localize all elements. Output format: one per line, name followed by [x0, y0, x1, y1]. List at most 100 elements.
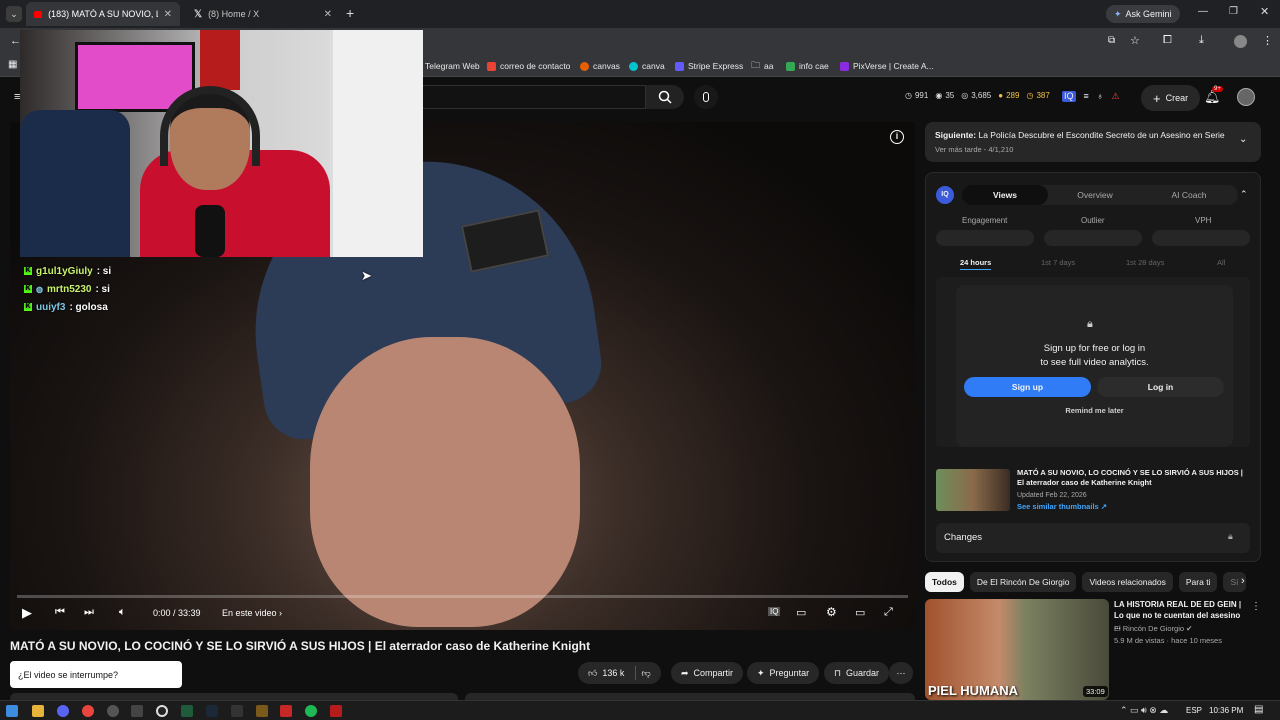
range-28d[interactable]: 1st 28 days	[1126, 258, 1164, 267]
search-input[interactable]	[420, 85, 646, 109]
next-title: La Policía Descubre el Escondite Secreto…	[978, 130, 1225, 140]
fullscreen-icon[interactable]: ⤢	[884, 606, 893, 619]
progress-bar[interactable]	[17, 595, 908, 598]
chip-related[interactable]: Videos relacionados	[1082, 572, 1173, 592]
chip-all[interactable]: Todos	[925, 572, 964, 592]
app-icon[interactable]	[280, 705, 292, 717]
close-tab-icon[interactable]: ✕	[324, 9, 332, 20]
app-icon[interactable]	[330, 705, 342, 717]
app-icon[interactable]	[231, 705, 243, 717]
like-button[interactable]: 👍︎ 136 k 👎︎	[578, 662, 661, 684]
restore-button[interactable]: ❐	[1229, 6, 1238, 17]
notifications-button[interactable]: 🔔︎ 9+	[1204, 86, 1223, 105]
chips-next-icon[interactable]: ›	[1241, 575, 1245, 587]
volume-icon[interactable]: 🔈︎	[119, 606, 126, 619]
notification-center-icon[interactable]: ▤	[1254, 704, 1263, 715]
interrupt-toast[interactable]: ¿El video se interrumpe?	[10, 661, 182, 688]
share-button[interactable]: ➦ Compartir	[671, 662, 744, 684]
apps-grid-icon[interactable]: ▦	[8, 59, 17, 70]
changes-row[interactable]: Changes 🔒︎	[936, 523, 1250, 553]
canva-icon	[629, 61, 638, 71]
bookmark-canva[interactable]: canva	[629, 59, 665, 73]
tab-overview[interactable]: Overview	[1048, 185, 1142, 205]
app-icon[interactable]	[256, 705, 268, 717]
clock[interactable]: 10:36 PM	[1209, 706, 1243, 715]
extensions-icon[interactable]: ⧠	[1163, 34, 1172, 47]
bookmark-star-icon[interactable]: ☆	[1130, 34, 1140, 47]
chat-username: g1ul1yGiuly	[36, 265, 93, 277]
bookmark-correo[interactable]: correo de contacto	[487, 59, 570, 73]
language-indicator[interactable]: ESP	[1186, 706, 1202, 715]
tab-ai-coach[interactable]: AI Coach	[1142, 185, 1236, 205]
close-tab-icon[interactable]: ✕	[164, 9, 172, 20]
chrome-icon[interactable]	[82, 705, 94, 717]
range-7d[interactable]: 1st 7 days	[1041, 258, 1075, 267]
bookmark-telegram[interactable]: Telegram Web	[425, 59, 480, 73]
chip-channel[interactable]: De El Rincón De Giorgio	[969, 572, 1077, 592]
bookmark-canvas[interactable]: canvas	[580, 59, 620, 73]
iq-player-icon[interactable]: IQ	[768, 607, 781, 616]
microphone-icon	[703, 92, 709, 102]
profile-icon[interactable]	[1234, 35, 1247, 48]
iq-ext-icon[interactable]: IQ	[1062, 91, 1076, 102]
search-button[interactable]	[646, 85, 684, 109]
close-window-button[interactable]: ✕	[1260, 5, 1269, 18]
more-actions-button[interactable]: ⋯	[889, 662, 913, 684]
chevron-down-icon[interactable]: ⌄	[1239, 134, 1247, 145]
tray-icons[interactable]: ⌃ ▭ 🔊︎ ⊗ ☁	[1120, 705, 1168, 716]
tab-views[interactable]: Views	[962, 185, 1048, 205]
rec-channel-row[interactable]: El Rincón De Giorgio ✔	[1114, 624, 1192, 633]
file-explorer-icon[interactable]	[32, 705, 44, 717]
install-icon[interactable]: ⧉	[1108, 35, 1115, 46]
range-all[interactable]: All	[1217, 258, 1225, 267]
chip-for-you[interactable]: Para ti	[1178, 572, 1218, 592]
play-icon[interactable]: ▶	[22, 605, 32, 621]
chapter-button[interactable]: En este video ›	[222, 608, 282, 618]
info-icon[interactable]: i	[890, 130, 904, 144]
collapse-icon[interactable]: ⌃	[1240, 189, 1248, 200]
next-icon[interactable]: ⏭	[84, 606, 94, 619]
range-24h[interactable]: 24 hours	[960, 258, 992, 270]
create-button[interactable]: + Crear	[1141, 85, 1201, 111]
settings-gear-icon[interactable]: ⚙	[826, 605, 837, 619]
menu-dots-icon[interactable]: ⋮	[1262, 34, 1273, 47]
thumbs-down-icon[interactable]: 👎︎	[641, 668, 650, 679]
ask-button[interactable]: ✦ Preguntar	[747, 662, 820, 684]
new-tab-button[interactable]: +	[346, 5, 354, 21]
similar-thumbnails-link[interactable]: See similar thumbnails ↗	[1017, 502, 1107, 511]
steam-icon[interactable]	[206, 705, 218, 717]
spotify-icon[interactable]	[305, 705, 317, 717]
bulb-icon[interactable]: ♁	[1097, 91, 1104, 102]
download-icon[interactable]: ⤓	[1199, 34, 1204, 47]
theater-mode-icon[interactable]: ▭	[855, 606, 865, 619]
terminal-icon[interactable]	[181, 705, 193, 717]
avatar[interactable]	[1237, 88, 1255, 106]
voice-search-button[interactable]	[694, 85, 718, 109]
extension-stats: ◷ 991 ◉ 35 ◎ 3,685 ● 289 ◷ 387	[905, 91, 1050, 100]
bookmark-folder-aa[interactable]: 🗀 aa	[751, 59, 773, 73]
tab-x[interactable]: 𝕏 (8) Home / X ✕	[186, 2, 340, 26]
tab-youtube[interactable]: (183) MATÓ A SU NOVIO, LO CO ✕	[26, 2, 180, 26]
bookmark-pixverse[interactable]: PixVerse | Create A...	[840, 59, 934, 73]
windows-start-icon[interactable]	[6, 705, 18, 717]
obs-icon[interactable]	[156, 705, 168, 717]
rec-more-icon[interactable]: ⋮	[1251, 601, 1261, 612]
app-icon[interactable]	[107, 705, 119, 717]
login-button[interactable]: Log in	[1097, 377, 1224, 397]
list-icon[interactable]: ≡	[1084, 91, 1089, 102]
signup-button[interactable]: Sign up	[964, 377, 1091, 397]
previous-icon[interactable]: ⏮	[55, 606, 65, 619]
app-icon[interactable]	[131, 705, 143, 717]
ask-gemini-button[interactable]: ✦ Ask Gemini	[1106, 5, 1180, 23]
remind-later-link[interactable]: Remind me later	[956, 406, 1233, 415]
bookmark-info-cae[interactable]: info cae	[786, 59, 829, 73]
rec-thumbnail[interactable]: PIEL HUMANA 33:09	[925, 599, 1109, 700]
tab-list-button[interactable]: ⌄	[6, 6, 22, 22]
alert-icon[interactable]: ⚠	[1112, 91, 1120, 102]
bookmark-stripe[interactable]: Stripe Express	[675, 59, 743, 73]
save-button[interactable]: ⊓ Guardar	[824, 662, 890, 684]
subtitles-icon[interactable]: ▭	[796, 606, 806, 619]
discord-icon[interactable]	[57, 705, 69, 717]
minimize-button[interactable]: —	[1198, 6, 1208, 17]
next-up-panel[interactable]: Siguiente: La Policía Descubre el Escond…	[925, 122, 1261, 162]
